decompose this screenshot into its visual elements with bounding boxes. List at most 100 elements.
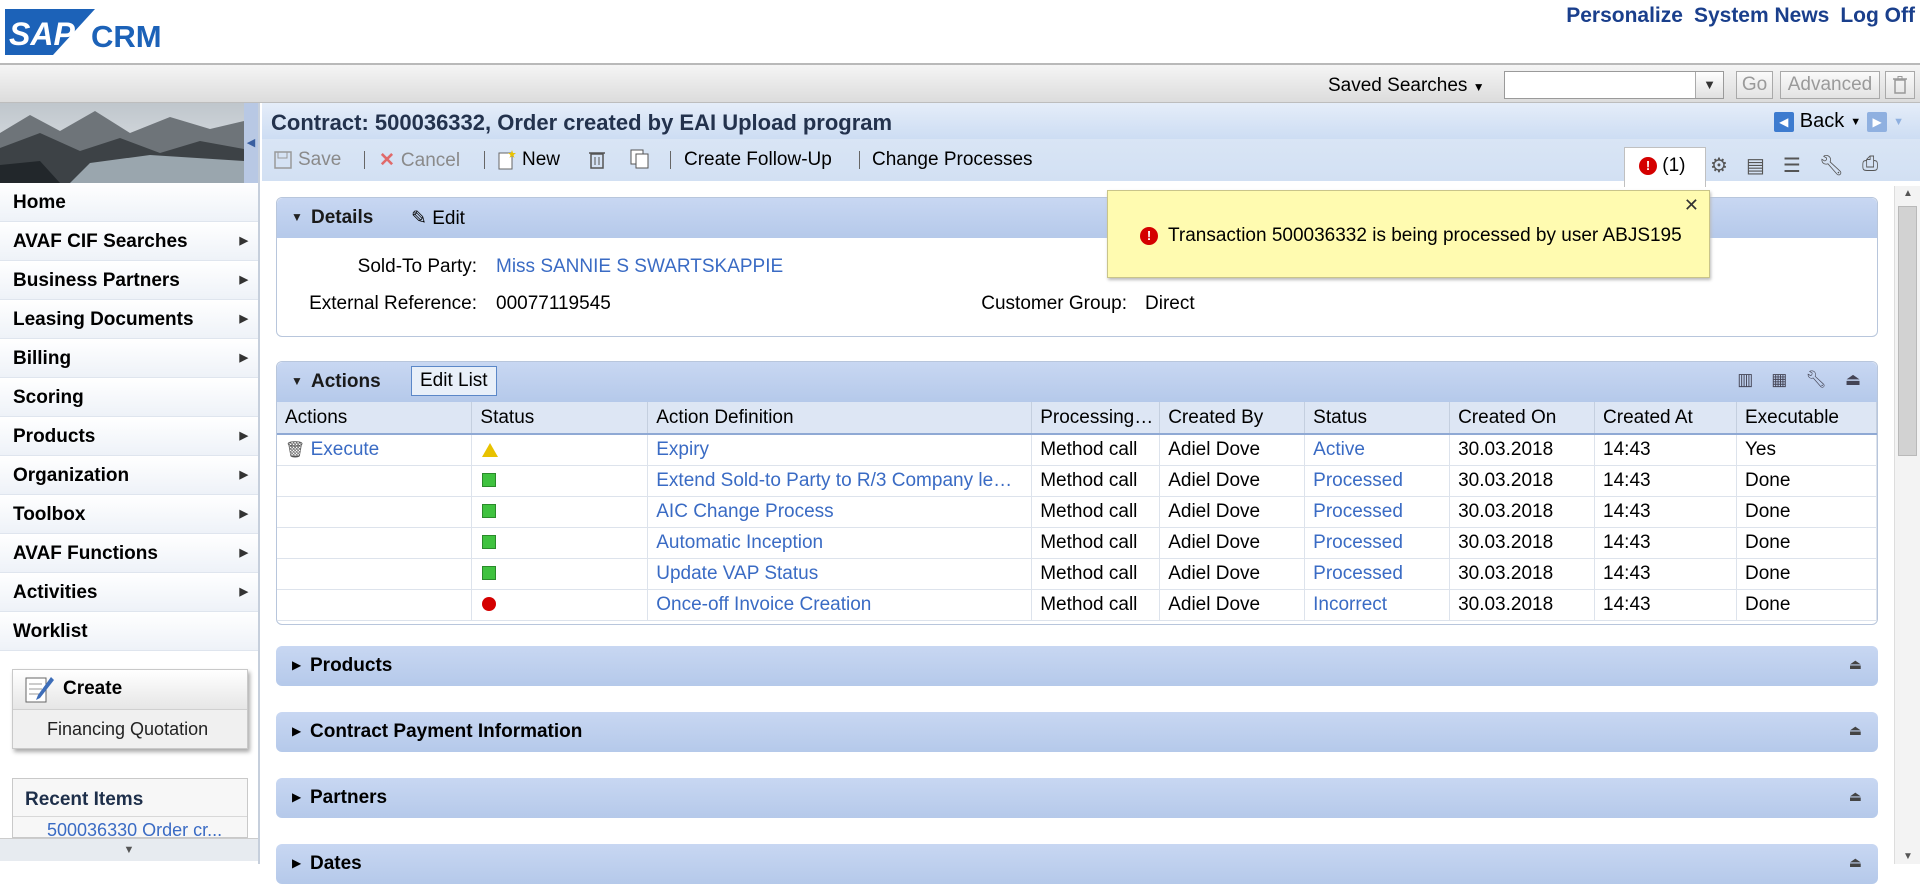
table-row[interactable]: Extend Sold-to Party to R/3 Company le… M… (277, 465, 1878, 497)
nav-item-toolbox[interactable]: Toolbox ▶ (0, 495, 258, 534)
edit-list-button[interactable]: Edit List (411, 366, 497, 396)
error-icon: ! (1140, 227, 1158, 245)
scroll-up-icon[interactable]: ▲ (1895, 188, 1920, 199)
status-link[interactable]: Processed (1304, 496, 1451, 528)
expand-triangle-icon[interactable]: ▶ (292, 724, 301, 738)
create-follow-up-button[interactable]: Create Follow-Up (684, 149, 832, 171)
forward-arrow-icon[interactable]: ▶ (1867, 111, 1888, 132)
collapse-sidebar-icon[interactable]: ◀ (244, 103, 258, 183)
nav-item-activities[interactable]: Activities ▶ (0, 573, 258, 612)
wrench-icon[interactable]: 🔧︎ (1819, 153, 1844, 178)
nav-item-home[interactable]: Home (0, 183, 258, 222)
products-panel[interactable]: ▶ Products ⏏ (276, 646, 1878, 686)
status-link[interactable]: Processed (1304, 558, 1451, 590)
back-dropdown-icon[interactable]: ▼ (1850, 116, 1861, 128)
collapse-panel-icon[interactable]: ⏏ (1849, 854, 1862, 871)
column-header[interactable]: Created By (1159, 402, 1306, 435)
trash-icon[interactable] (1885, 71, 1915, 99)
scrollbar-thumb[interactable] (1898, 206, 1917, 456)
trash-icon[interactable]: 🗑︎ (285, 442, 305, 459)
save-button[interactable]: Save (274, 149, 341, 171)
new-button[interactable]: New (498, 149, 560, 171)
change-processes-button[interactable]: Change Processes (872, 149, 1033, 171)
nav-item-scoring[interactable]: Scoring (0, 378, 258, 417)
nav-item-avaf-functions[interactable]: AVAF Functions ▶ (0, 534, 258, 573)
notes-icon[interactable]: ☰ (1783, 153, 1801, 178)
action-definition-link[interactable]: Extend Sold-to Party to R/3 Company le… (647, 465, 1033, 497)
export-excel-icon[interactable]: ▦ (1771, 370, 1787, 390)
cancel-button[interactable]: ✕ Cancel (379, 149, 460, 172)
collapse-triangle-icon[interactable]: ▼ (291, 374, 303, 388)
status-link[interactable]: Processed (1304, 527, 1451, 559)
nav-item-worklist[interactable]: Worklist (0, 612, 258, 651)
table-row[interactable]: 🗑︎ Execute Expiry Method call Adiel Dove Act… (277, 434, 1878, 466)
delete-icon[interactable] (588, 149, 606, 169)
action-definition-link[interactable]: Update VAP Status (647, 558, 1033, 590)
collapse-panel-icon[interactable]: ⏏ (1849, 722, 1862, 739)
collapse-panel-icon[interactable]: ⏏ (1849, 656, 1862, 673)
wrench-icon[interactable]: 🔧︎ (1805, 370, 1827, 390)
document-settings-icon[interactable]: ▤ (1746, 153, 1765, 178)
execute-link[interactable]: Execute (311, 439, 380, 460)
status-link[interactable]: Active (1304, 434, 1451, 466)
saved-searches-dropdown[interactable]: Saved Searches ▼ (1328, 75, 1485, 97)
close-icon[interactable]: ✕ (1684, 195, 1699, 216)
column-header[interactable]: Actions (277, 402, 473, 435)
table-row[interactable]: Automatic Inception Method call Adiel Dove… (277, 527, 1878, 559)
settings-gear-icon[interactable]: ⚙ (1710, 153, 1728, 178)
nav-item-leasing-documents[interactable]: Leasing Documents ▶ (0, 300, 258, 339)
expand-triangle-icon[interactable]: ▶ (292, 658, 301, 672)
table-row[interactable]: Update VAP Status Method call Adiel Dove Pr… (277, 558, 1878, 590)
scroll-down-icon[interactable]: ▼ (0, 838, 258, 861)
dates-panel[interactable]: ▶ Dates ⏏ (276, 844, 1878, 884)
collapse-panel-icon[interactable]: ⏏ (1845, 370, 1861, 390)
back-arrow-icon[interactable]: ◀ (1773, 111, 1794, 132)
status-link[interactable]: Incorrect (1304, 589, 1451, 621)
column-header[interactable]: Processing… (1031, 402, 1161, 435)
column-header[interactable]: Action Definition (647, 402, 1033, 435)
contract-payment-panel[interactable]: ▶ Contract Payment Information ⏏ (276, 712, 1878, 752)
log-off-link[interactable]: Log Off (1840, 4, 1915, 28)
error-messages-button[interactable]: ! (1) (1624, 147, 1706, 187)
column-header[interactable]: Executable (1736, 402, 1878, 435)
nav-item-avaf-cif-searches[interactable]: AVAF CIF Searches ▶ (0, 222, 258, 261)
select-dropdown-icon[interactable]: ▼ (1695, 72, 1723, 98)
personalize-link[interactable]: Personalize (1566, 4, 1683, 28)
expand-triangle-icon[interactable]: ▶ (292, 856, 301, 870)
recent-item-link[interactable]: 500036330 Order cr... (13, 817, 247, 837)
forward-dropdown-icon[interactable]: ▼ (1893, 116, 1904, 128)
processing-cell: Method call (1031, 589, 1161, 621)
action-definition-link[interactable]: AIC Change Process (647, 496, 1033, 528)
saved-search-select[interactable]: ▼ (1504, 71, 1724, 99)
nav-item-products[interactable]: Products ▶ (0, 417, 258, 456)
column-header[interactable]: Status (471, 402, 649, 435)
action-definition-link[interactable]: Expiry (647, 434, 1033, 466)
nav-item-organization[interactable]: Organization ▶ (0, 456, 258, 495)
collapse-triangle-icon[interactable]: ▼ (291, 210, 303, 224)
chart-icon[interactable]: ▥ (1737, 370, 1753, 390)
column-header[interactable]: Created At (1594, 402, 1737, 435)
table-row[interactable]: AIC Change Process Method call Adiel Dove P… (277, 496, 1878, 528)
sold-to-party-link[interactable]: Miss SANNIE S SWARTSKAPPIE (496, 256, 783, 278)
action-definition-link[interactable]: Automatic Inception (647, 527, 1033, 559)
action-definition-link[interactable]: Once-off Invoice Creation (647, 589, 1033, 621)
print-icon[interactable]: ⎙ (1862, 153, 1878, 178)
status-link[interactable]: Processed (1304, 465, 1451, 497)
scroll-down-icon[interactable]: ▼ (1895, 851, 1920, 862)
back-button[interactable]: Back (1800, 110, 1844, 133)
go-button[interactable]: Go (1736, 71, 1773, 99)
vertical-scrollbar[interactable]: ▲ ▼ (1894, 186, 1920, 864)
copy-icon[interactable] (630, 149, 650, 169)
partners-panel[interactable]: ▶ Partners ⏏ (276, 778, 1878, 818)
expand-triangle-icon[interactable]: ▶ (292, 790, 301, 804)
column-header[interactable]: Created On (1449, 402, 1596, 435)
table-row[interactable]: Once-off Invoice Creation Method call Adie… (277, 589, 1878, 621)
advanced-button[interactable]: Advanced (1780, 71, 1880, 99)
collapse-panel-icon[interactable]: ⏏ (1849, 788, 1862, 805)
nav-item-business-partners[interactable]: Business Partners ▶ (0, 261, 258, 300)
edit-button[interactable]: ✎ Edit (411, 207, 465, 230)
actions-header[interactable]: ▼ Actions Edit List ▥ ▦ 🔧︎ ⏏ (277, 362, 1877, 402)
column-header[interactable]: Status (1304, 402, 1451, 435)
system-news-link[interactable]: System News (1694, 4, 1829, 28)
nav-item-billing[interactable]: Billing ▶ (0, 339, 258, 378)
